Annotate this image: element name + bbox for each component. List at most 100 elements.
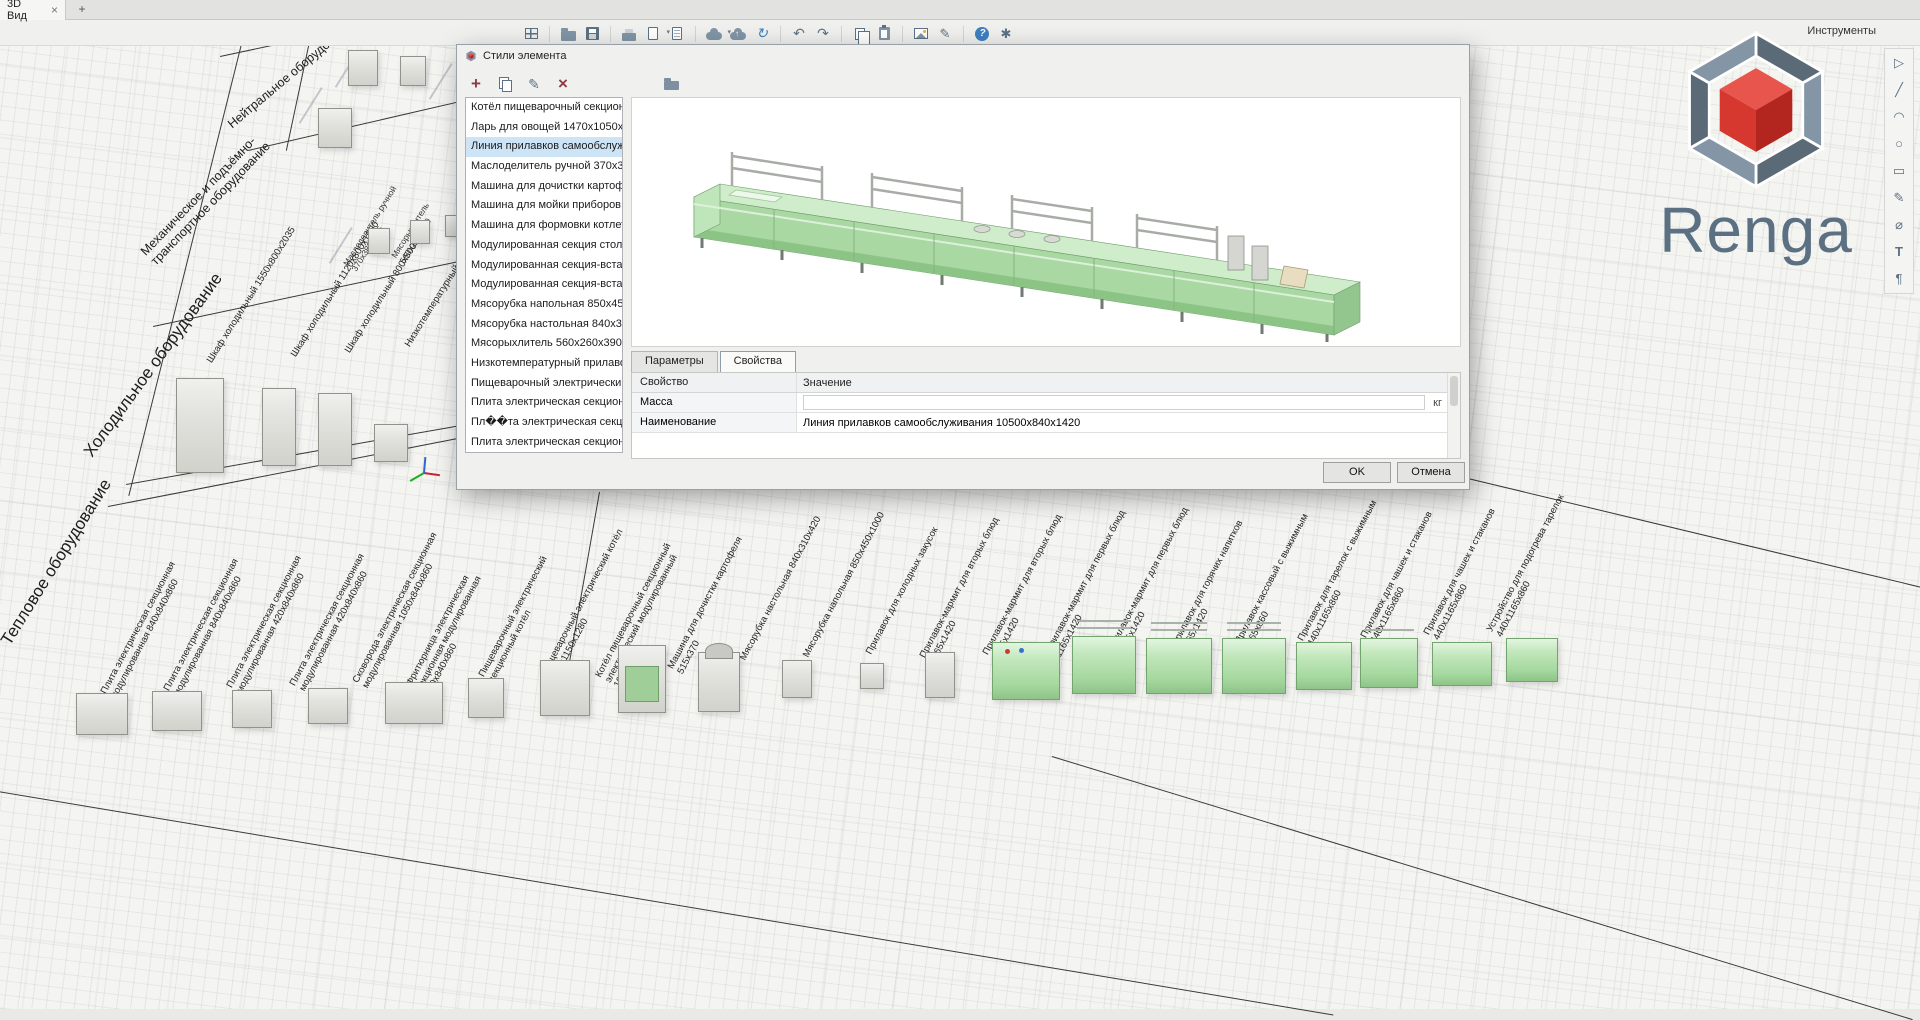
properties-scrollbar[interactable] <box>1447 373 1460 458</box>
image-icon[interactable] <box>910 22 932 46</box>
print-icon[interactable] <box>618 22 640 46</box>
scrollbar-thumb[interactable] <box>1450 376 1458 406</box>
cloud-upload-icon[interactable] <box>727 22 749 46</box>
dialog-toolbar <box>467 71 681 97</box>
style-list-item[interactable]: Машина для формовки котлет 6 <box>466 216 622 236</box>
dimension-tool-icon[interactable] <box>1890 216 1908 234</box>
delete-style-icon[interactable] <box>554 75 572 93</box>
style-list-item[interactable]: Мясорубка настольная 840x310x <box>466 315 622 335</box>
counter-model[interactable] <box>1222 638 1286 694</box>
style-list-item[interactable]: Модулированная секция-вставка <box>466 256 622 276</box>
equipment-model[interactable] <box>782 660 812 698</box>
table-tool-icon[interactable] <box>1890 270 1908 288</box>
redo-icon[interactable] <box>812 22 834 46</box>
open-style-library-icon[interactable] <box>663 75 681 93</box>
equipment-model[interactable] <box>468 678 504 718</box>
counter-model[interactable] <box>1146 638 1212 694</box>
tab-3d-view-label: 3D Вид <box>7 0 43 22</box>
ok-button[interactable]: OK <box>1323 462 1391 483</box>
fridge-cabinet-model[interactable] <box>262 388 296 466</box>
style-list-item[interactable]: Мясорыхлитель 560x260x390 <box>466 334 622 354</box>
equipment-model[interactable] <box>348 50 378 86</box>
select-tool-icon[interactable] <box>1890 54 1908 72</box>
renga-wordmark: Renga <box>1656 193 1856 267</box>
pencil-tool-icon[interactable] <box>1890 189 1908 207</box>
equipment-model[interactable] <box>152 691 202 731</box>
document-icon[interactable] <box>666 22 688 46</box>
counter-model[interactable] <box>1432 642 1492 686</box>
save-icon[interactable] <box>581 22 603 46</box>
toolbar-separator <box>695 26 696 42</box>
settings-icon[interactable] <box>995 22 1017 46</box>
style-list-item[interactable]: Плита электрическая секционна <box>466 393 622 413</box>
style-list-item[interactable]: Машина для дочистки картофел <box>466 177 622 197</box>
equipment-model[interactable] <box>540 660 590 716</box>
style-list-item-selected[interactable]: Линия прилавков самообслужив <box>466 137 622 157</box>
fridge-chest-model[interactable] <box>374 424 408 462</box>
equipment-model[interactable] <box>385 682 443 724</box>
equipment-model[interactable] <box>368 228 390 254</box>
counter-model[interactable] <box>1506 638 1558 682</box>
arc-tool-icon[interactable] <box>1890 108 1908 126</box>
quick-access-toolbar <box>520 21 1017 46</box>
grid-view-icon[interactable] <box>520 22 542 46</box>
style-list-item[interactable]: Котёл пищеварочный секционны <box>466 98 622 118</box>
mass-value-field[interactable] <box>803 395 1425 410</box>
style-list-item[interactable]: Плита электрическая секционна <box>466 433 622 453</box>
equipment-model[interactable] <box>308 688 348 724</box>
style-list-item[interactable]: Маслоделитель ручной 370x380x <box>466 157 622 177</box>
duplicate-style-icon[interactable] <box>496 75 514 93</box>
renga-icon <box>465 50 477 62</box>
fridge-cabinet-model[interactable] <box>176 378 224 473</box>
sync-icon g-sync[interactable] <box>751 22 773 46</box>
cloud-sync-icon[interactable] <box>703 22 725 46</box>
counter-model[interactable] <box>1296 642 1352 690</box>
circle-tool-icon[interactable] <box>1890 135 1908 153</box>
new-tab-icon[interactable] <box>74 2 90 18</box>
line-tool-icon[interactable] <box>1890 81 1908 99</box>
cancel-button[interactable]: Отмена <box>1397 462 1465 483</box>
equipment-model[interactable] <box>318 108 352 148</box>
counter-model[interactable] <box>1360 638 1418 688</box>
tab-3d-view[interactable]: 3D Вид <box>0 0 66 20</box>
help-icon[interactable] <box>971 22 993 46</box>
style-list-item[interactable]: Низкотемпературный прилавок <box>466 354 622 374</box>
tab-properties[interactable]: Свойства <box>720 351 796 372</box>
copy-icon[interactable] <box>849 22 871 46</box>
styles-list: Котёл пищеварочный секционны Ларь для ов… <box>465 97 623 453</box>
annotate-icon[interactable] <box>934 22 956 46</box>
counter-model[interactable] <box>992 642 1060 700</box>
fridge-cabinet-model[interactable] <box>318 393 352 466</box>
style-preview-3d[interactable] <box>631 97 1461 347</box>
open-icon[interactable] <box>557 22 579 46</box>
export-icon[interactable] <box>642 22 664 46</box>
undo-icon[interactable] <box>788 22 810 46</box>
style-list-item[interactable]: Пищеварочный электрический к <box>466 374 622 394</box>
style-list-item[interactable]: Мясорубка напольная 850x450x1 <box>466 295 622 315</box>
boiler-model[interactable] <box>618 645 666 713</box>
rectangle-tool-icon[interactable] <box>1890 162 1908 180</box>
equipment-model[interactable] <box>76 693 128 735</box>
style-list-item[interactable]: Модулированная секция стол 14 <box>466 236 622 256</box>
paste-icon[interactable] <box>873 22 895 46</box>
equipment-model[interactable] <box>925 652 955 698</box>
add-style-icon[interactable] <box>467 75 485 93</box>
style-list-item[interactable]: Пл��та электрическая секционна <box>466 413 622 433</box>
equipment-model[interactable] <box>232 690 272 728</box>
counter-model[interactable] <box>1072 636 1136 694</box>
naming-value-field[interactable]: Линия прилавков самообслуживания 10500x8… <box>797 413 1460 432</box>
dialog-title-bar[interactable]: Стили элемента <box>457 45 1469 67</box>
style-list-item[interactable]: Машина для мойки приборов 21 <box>466 196 622 216</box>
kettle-model[interactable] <box>698 652 740 712</box>
equipment-model[interactable] <box>410 220 430 244</box>
style-list-item[interactable]: Модулированная секция-вставка <box>466 275 622 295</box>
equipment-model[interactable] <box>400 56 426 86</box>
toolbar-separator <box>780 26 781 42</box>
section-title-mechanical: Механическое и подъёмно-транспортное обо… <box>138 119 283 268</box>
edit-style-icon[interactable] <box>525 75 543 93</box>
text-tool-icon[interactable] <box>1890 243 1908 261</box>
tab-parameters[interactable]: Параметры <box>631 351 718 372</box>
close-tab-icon[interactable] <box>51 3 58 17</box>
style-list-item[interactable]: Ларь для овощей 1470x1050x1500 <box>466 118 622 138</box>
equipment-model[interactable] <box>860 663 884 689</box>
